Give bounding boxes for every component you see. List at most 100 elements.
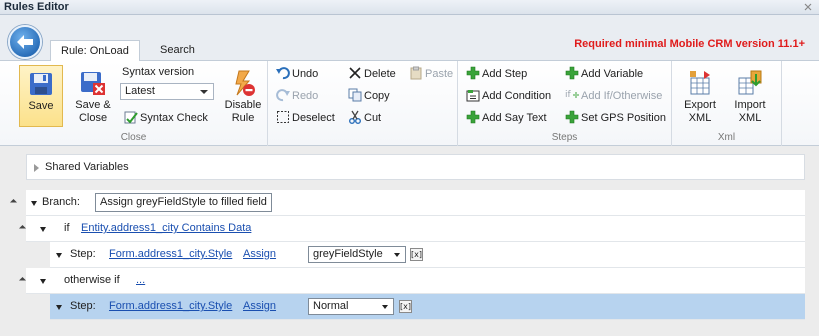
add-say-text-button[interactable]: Add Say Text bbox=[466, 110, 547, 128]
deselect-icon bbox=[277, 111, 289, 123]
window-title: Rules Editor bbox=[4, 1, 69, 13]
add-if-otherwise-button[interactable]: if Add If/Otherwise bbox=[565, 88, 662, 106]
chevron-down-icon bbox=[200, 90, 208, 94]
cut-label: Cut bbox=[364, 112, 382, 124]
import-xml-button[interactable]: Import XML bbox=[728, 65, 772, 127]
collapse-caret-icon[interactable] bbox=[31, 201, 37, 206]
redo-button[interactable]: Redo bbox=[276, 88, 318, 106]
resize-icon[interactable] bbox=[803, 2, 813, 12]
paste-label: Paste bbox=[425, 68, 454, 80]
disable-rule-button[interactable]: Disable Rule bbox=[222, 65, 264, 127]
step-operator-link[interactable]: Assign bbox=[243, 248, 276, 260]
copy-icon bbox=[348, 88, 362, 102]
save-close-icon bbox=[81, 72, 105, 95]
clear-value-button[interactable]: [x] bbox=[410, 248, 423, 261]
import-xml-label-2: XML bbox=[738, 112, 762, 124]
window-titlebar: Rules Editor bbox=[0, 0, 819, 15]
syntax-check-icon bbox=[124, 111, 138, 124]
import-xml-label-1: Import bbox=[734, 99, 766, 111]
delete-button[interactable]: Delete bbox=[348, 66, 396, 84]
step-value-select[interactable]: greyFieldStyle bbox=[308, 246, 406, 263]
branch-row[interactable]: Branch: Assign greyFieldStyle to filled … bbox=[26, 190, 805, 216]
step-value-select[interactable]: Normal bbox=[308, 298, 394, 315]
xml-group-label: Xml bbox=[717, 132, 736, 143]
copy-button[interactable]: Copy bbox=[348, 88, 390, 106]
add-condition-icon bbox=[466, 90, 480, 102]
save-close-label-1: Save & bbox=[75, 99, 111, 111]
add-step-label: Add Step bbox=[482, 68, 528, 80]
add-variable-button[interactable]: Add Variable bbox=[565, 66, 643, 84]
shared-variables-row[interactable]: Shared Variables bbox=[26, 154, 805, 180]
branch-name-input[interactable]: Assign greyFieldStyle to filled field bbox=[95, 193, 272, 212]
disable-rule-label-1: Disable bbox=[224, 99, 262, 111]
collapse-caret-icon[interactable] bbox=[40, 279, 46, 284]
step-target-link[interactable]: Form.address1_city.Style bbox=[109, 300, 232, 312]
back-button[interactable] bbox=[8, 25, 42, 59]
add-condition-label: Add Condition bbox=[482, 90, 552, 102]
edit-group: Undo Redo Deselect Delete Copy Cut Paste bbox=[268, 61, 458, 146]
export-xml-icon bbox=[690, 71, 710, 95]
export-xml-label-2: XML bbox=[688, 112, 712, 124]
deselect-button[interactable]: Deselect bbox=[276, 110, 335, 128]
svg-text:if: if bbox=[565, 90, 572, 100]
close-group-label: Close bbox=[120, 132, 147, 143]
plus-icon bbox=[565, 66, 579, 80]
expand-triangle-icon[interactable] bbox=[34, 164, 39, 172]
xml-group: Export XML Import XML Xml bbox=[672, 61, 782, 146]
step-value-text: greyFieldStyle bbox=[313, 248, 383, 260]
step-label: Step: bbox=[70, 248, 96, 260]
step-label: Step: bbox=[70, 300, 96, 312]
tab-search[interactable]: Search bbox=[150, 40, 205, 62]
editor-header: Rule: OnLoad Search Required minimal Mob… bbox=[0, 15, 819, 62]
outer-collapse-icon[interactable] bbox=[18, 224, 27, 233]
outer-collapse-icon[interactable] bbox=[18, 276, 27, 285]
if-condition-row[interactable]: if Entity.address1_city Contains Data bbox=[26, 216, 805, 242]
if-otherwise-icon: if bbox=[565, 90, 579, 100]
outer-collapse-icon[interactable] bbox=[9, 198, 18, 207]
step-row-selected[interactable]: Step: Form.address1_city.Style Assign No… bbox=[50, 294, 805, 320]
paste-clipboard-icon bbox=[410, 66, 422, 80]
redo-label: Redo bbox=[292, 90, 319, 102]
close-group: Save Save & Close Syntax version Latest … bbox=[0, 61, 268, 146]
chevron-down-icon bbox=[394, 253, 400, 257]
cut-button[interactable]: Cut bbox=[348, 110, 381, 128]
export-xml-button[interactable]: Export XML bbox=[678, 65, 722, 127]
save-close-button[interactable]: Save & Close bbox=[70, 65, 116, 127]
syntax-check-button[interactable]: Syntax Check bbox=[124, 110, 208, 128]
clear-value-button[interactable]: [x] bbox=[399, 300, 412, 313]
undo-label: Undo bbox=[292, 68, 319, 80]
back-arrow-icon bbox=[17, 35, 33, 49]
delete-label: Delete bbox=[364, 68, 396, 80]
otherwise-if-row[interactable]: otherwise if ... bbox=[26, 268, 805, 294]
otherwise-condition-link[interactable]: ... bbox=[136, 274, 145, 286]
import-xml-icon bbox=[738, 70, 762, 95]
redo-icon bbox=[276, 89, 290, 102]
plus-icon bbox=[466, 110, 480, 124]
add-step-button[interactable]: Add Step bbox=[466, 66, 527, 84]
copy-label: Copy bbox=[364, 90, 390, 102]
step-operator-link[interactable]: Assign bbox=[243, 300, 276, 312]
if-label: if bbox=[64, 222, 70, 234]
save-button[interactable]: Save bbox=[19, 65, 63, 127]
branch-label: Branch: bbox=[42, 196, 80, 208]
add-condition-button[interactable]: Add Condition bbox=[466, 88, 551, 106]
set-gps-position-button[interactable]: Set GPS Position bbox=[565, 110, 666, 128]
export-xml-label-1: Export bbox=[684, 99, 716, 111]
collapse-caret-icon[interactable] bbox=[56, 253, 62, 258]
step-row[interactable]: Step: Form.address1_city.Style Assign gr… bbox=[50, 242, 805, 268]
ribbon-toolbar: Save Save & Close Syntax version Latest … bbox=[0, 61, 819, 146]
add-if-otherwise-label: Add If/Otherwise bbox=[581, 90, 663, 102]
step-value-text: Normal bbox=[313, 300, 349, 312]
undo-icon bbox=[276, 67, 290, 80]
step-target-link[interactable]: Form.address1_city.Style bbox=[109, 248, 232, 260]
otherwise-if-label: otherwise if bbox=[64, 274, 120, 286]
collapse-caret-icon[interactable] bbox=[40, 227, 46, 232]
add-variable-label: Add Variable bbox=[581, 68, 644, 80]
scissors-icon bbox=[349, 110, 361, 124]
collapse-caret-icon[interactable] bbox=[56, 305, 62, 310]
if-condition-link[interactable]: Entity.address1_city Contains Data bbox=[81, 222, 251, 234]
syntax-version-select[interactable]: Latest bbox=[120, 83, 214, 100]
paste-button[interactable]: Paste bbox=[409, 66, 453, 84]
tab-rule-onload[interactable]: Rule: OnLoad bbox=[50, 40, 140, 62]
undo-button[interactable]: Undo bbox=[276, 66, 318, 84]
